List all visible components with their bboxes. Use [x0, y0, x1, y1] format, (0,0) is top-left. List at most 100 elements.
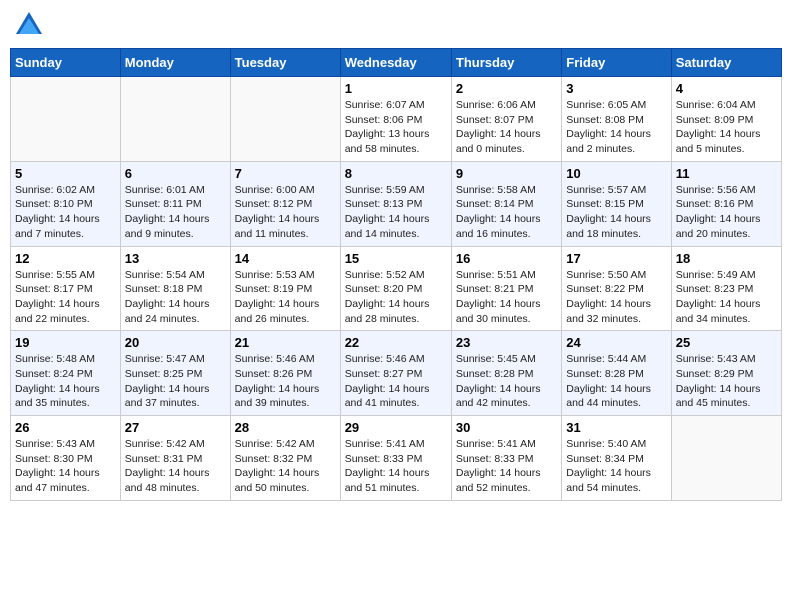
- day-content: Sunrise: 6:04 AM Sunset: 8:09 PM Dayligh…: [676, 98, 777, 157]
- calendar-cell: 27 Sunrise: 5:42 AM Sunset: 8:31 PM Dayli…: [120, 416, 230, 501]
- week-row-4: 19 Sunrise: 5:48 AM Sunset: 8:24 PM Dayli…: [11, 331, 782, 416]
- day-content: Sunrise: 5:51 AM Sunset: 8:21 PM Dayligh…: [456, 268, 557, 327]
- day-content: Sunrise: 5:40 AM Sunset: 8:34 PM Dayligh…: [566, 437, 666, 496]
- day-header-sunday: Sunday: [11, 49, 121, 77]
- day-content: Sunrise: 6:00 AM Sunset: 8:12 PM Dayligh…: [235, 183, 336, 242]
- day-content: Sunrise: 5:42 AM Sunset: 8:32 PM Dayligh…: [235, 437, 336, 496]
- day-number: 20: [125, 335, 226, 350]
- calendar-cell: [230, 77, 340, 162]
- day-content: Sunrise: 5:53 AM Sunset: 8:19 PM Dayligh…: [235, 268, 336, 327]
- calendar-cell: 15 Sunrise: 5:52 AM Sunset: 8:20 PM Dayli…: [340, 246, 451, 331]
- day-number: 21: [235, 335, 336, 350]
- calendar-cell: [11, 77, 121, 162]
- day-header-wednesday: Wednesday: [340, 49, 451, 77]
- calendar-cell: 10 Sunrise: 5:57 AM Sunset: 8:15 PM Dayli…: [562, 161, 671, 246]
- day-number: 10: [566, 166, 666, 181]
- day-number: 14: [235, 251, 336, 266]
- day-number: 30: [456, 420, 557, 435]
- calendar-cell: 6 Sunrise: 6:01 AM Sunset: 8:11 PM Daylig…: [120, 161, 230, 246]
- week-row-2: 5Sunrise: 6:02 AM Sunset: 8:10 PM Daylig…: [11, 161, 782, 246]
- day-number: 28: [235, 420, 336, 435]
- calendar-cell: 14 Sunrise: 5:53 AM Sunset: 8:19 PM Dayli…: [230, 246, 340, 331]
- calendar-cell: 1 Sunrise: 6:07 AM Sunset: 8:06 PM Daylig…: [340, 77, 451, 162]
- day-content: Sunrise: 5:46 AM Sunset: 8:26 PM Dayligh…: [235, 352, 336, 411]
- day-header-monday: Monday: [120, 49, 230, 77]
- calendar-cell: 18Sunrise: 5:49 AM Sunset: 8:23 PM Dayli…: [671, 246, 781, 331]
- day-content: Sunrise: 6:07 AM Sunset: 8:06 PM Dayligh…: [345, 98, 447, 157]
- week-row-1: 1 Sunrise: 6:07 AM Sunset: 8:06 PM Daylig…: [11, 77, 782, 162]
- day-content: Sunrise: 5:58 AM Sunset: 8:14 PM Dayligh…: [456, 183, 557, 242]
- day-number: 11: [676, 166, 777, 181]
- day-number: 19: [15, 335, 116, 350]
- calendar-cell: 8 Sunrise: 5:59 AM Sunset: 8:13 PM Daylig…: [340, 161, 451, 246]
- day-number: 22: [345, 335, 447, 350]
- day-number: 5: [15, 166, 116, 181]
- calendar-cell: 21 Sunrise: 5:46 AM Sunset: 8:26 PM Dayli…: [230, 331, 340, 416]
- day-content: Sunrise: 5:56 AM Sunset: 8:16 PM Dayligh…: [676, 183, 777, 242]
- day-content: Sunrise: 5:59 AM Sunset: 8:13 PM Dayligh…: [345, 183, 447, 242]
- calendar-cell: [671, 416, 781, 501]
- day-header-friday: Friday: [562, 49, 671, 77]
- day-headers-row: SundayMondayTuesdayWednesdayThursdayFrid…: [11, 49, 782, 77]
- day-number: 7: [235, 166, 336, 181]
- day-content: Sunrise: 6:01 AM Sunset: 8:11 PM Dayligh…: [125, 183, 226, 242]
- day-header-saturday: Saturday: [671, 49, 781, 77]
- day-number: 26: [15, 420, 116, 435]
- day-content: Sunrise: 5:46 AM Sunset: 8:27 PM Dayligh…: [345, 352, 447, 411]
- calendar-cell: 23Sunrise: 5:45 AM Sunset: 8:28 PM Dayli…: [451, 331, 561, 416]
- day-content: Sunrise: 5:52 AM Sunset: 8:20 PM Dayligh…: [345, 268, 447, 327]
- day-number: 2: [456, 81, 557, 96]
- calendar-cell: 5Sunrise: 6:02 AM Sunset: 8:10 PM Daylig…: [11, 161, 121, 246]
- day-content: Sunrise: 5:57 AM Sunset: 8:15 PM Dayligh…: [566, 183, 666, 242]
- calendar-cell: 19 Sunrise: 5:48 AM Sunset: 8:24 PM Dayli…: [11, 331, 121, 416]
- day-content: Sunrise: 5:41 AM Sunset: 8:33 PM Dayligh…: [456, 437, 557, 496]
- day-header-thursday: Thursday: [451, 49, 561, 77]
- day-number: 27: [125, 420, 226, 435]
- calendar-cell: 12Sunrise: 5:55 AM Sunset: 8:17 PM Dayli…: [11, 246, 121, 331]
- day-content: Sunrise: 5:42 AM Sunset: 8:31 PM Dayligh…: [125, 437, 226, 496]
- day-number: 8: [345, 166, 447, 181]
- day-content: Sunrise: 6:06 AM Sunset: 8:07 PM Dayligh…: [456, 98, 557, 157]
- week-row-5: 26 Sunrise: 5:43 AM Sunset: 8:30 PM Dayli…: [11, 416, 782, 501]
- calendar-cell: 31 Sunrise: 5:40 AM Sunset: 8:34 PM Dayli…: [562, 416, 671, 501]
- day-content: Sunrise: 5:50 AM Sunset: 8:22 PM Dayligh…: [566, 268, 666, 327]
- calendar-cell: 26 Sunrise: 5:43 AM Sunset: 8:30 PM Dayli…: [11, 416, 121, 501]
- day-number: 31: [566, 420, 666, 435]
- day-content: Sunrise: 5:41 AM Sunset: 8:33 PM Dayligh…: [345, 437, 447, 496]
- logo-icon: [14, 10, 44, 40]
- calendar-cell: 28 Sunrise: 5:42 AM Sunset: 8:32 PM Dayli…: [230, 416, 340, 501]
- day-number: 24: [566, 335, 666, 350]
- day-content: Sunrise: 5:45 AM Sunset: 8:28 PM Dayligh…: [456, 352, 557, 411]
- day-number: 6: [125, 166, 226, 181]
- day-number: 29: [345, 420, 447, 435]
- day-content: Sunrise: 5:49 AM Sunset: 8:23 PM Dayligh…: [676, 268, 777, 327]
- day-number: 4: [676, 81, 777, 96]
- calendar-cell: 22 Sunrise: 5:46 AM Sunset: 8:27 PM Dayli…: [340, 331, 451, 416]
- day-content: Sunrise: 5:48 AM Sunset: 8:24 PM Dayligh…: [15, 352, 116, 411]
- day-number: 15: [345, 251, 447, 266]
- calendar-cell: 7 Sunrise: 6:00 AM Sunset: 8:12 PM Daylig…: [230, 161, 340, 246]
- calendar-table: SundayMondayTuesdayWednesdayThursdayFrid…: [10, 48, 782, 501]
- calendar-cell: 25 Sunrise: 5:43 AM Sunset: 8:29 PM Dayli…: [671, 331, 781, 416]
- week-row-3: 12Sunrise: 5:55 AM Sunset: 8:17 PM Dayli…: [11, 246, 782, 331]
- day-content: Sunrise: 5:43 AM Sunset: 8:29 PM Dayligh…: [676, 352, 777, 411]
- day-number: 13: [125, 251, 226, 266]
- day-number: 16: [456, 251, 557, 266]
- day-content: Sunrise: 5:47 AM Sunset: 8:25 PM Dayligh…: [125, 352, 226, 411]
- day-content: Sunrise: 5:44 AM Sunset: 8:28 PM Dayligh…: [566, 352, 666, 411]
- day-content: Sunrise: 5:43 AM Sunset: 8:30 PM Dayligh…: [15, 437, 116, 496]
- day-content: Sunrise: 5:54 AM Sunset: 8:18 PM Dayligh…: [125, 268, 226, 327]
- day-number: 9: [456, 166, 557, 181]
- calendar-cell: 2 Sunrise: 6:06 AM Sunset: 8:07 PM Daylig…: [451, 77, 561, 162]
- day-number: 25: [676, 335, 777, 350]
- calendar-cell: 3Sunrise: 6:05 AM Sunset: 8:08 PM Daylig…: [562, 77, 671, 162]
- calendar-cell: [120, 77, 230, 162]
- day-number: 1: [345, 81, 447, 96]
- day-content: Sunrise: 6:05 AM Sunset: 8:08 PM Dayligh…: [566, 98, 666, 157]
- calendar-cell: 13 Sunrise: 5:54 AM Sunset: 8:18 PM Dayli…: [120, 246, 230, 331]
- calendar-cell: 30 Sunrise: 5:41 AM Sunset: 8:33 PM Dayli…: [451, 416, 561, 501]
- day-header-tuesday: Tuesday: [230, 49, 340, 77]
- calendar-cell: 11 Sunrise: 5:56 AM Sunset: 8:16 PM Dayli…: [671, 161, 781, 246]
- calendar-cell: 4 Sunrise: 6:04 AM Sunset: 8:09 PM Daylig…: [671, 77, 781, 162]
- day-number: 12: [15, 251, 116, 266]
